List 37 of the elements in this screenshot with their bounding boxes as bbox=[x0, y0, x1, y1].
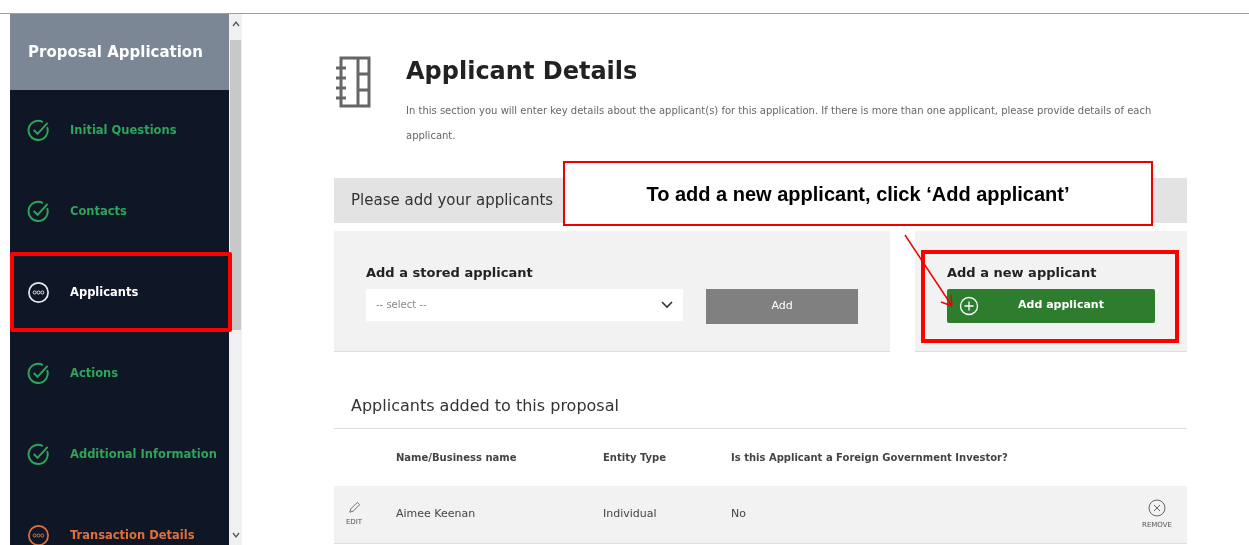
table-cell-text: Individual bbox=[603, 506, 658, 523]
check-circle-icon bbox=[27, 443, 50, 466]
check-circle-icon bbox=[27, 362, 50, 385]
add-applicant-button[interactable]: Add applicant bbox=[947, 288, 1155, 323]
page-title: Applicant Details bbox=[406, 56, 639, 86]
add-button[interactable]: Add bbox=[706, 288, 858, 324]
scrollbar-thumb[interactable] bbox=[230, 39, 241, 330]
chevron-down-icon bbox=[661, 300, 674, 309]
plus-circle-icon bbox=[959, 295, 979, 316]
sidebar-item[interactable]: Initial Questions bbox=[10, 90, 229, 171]
scroll-up-icon[interactable] bbox=[230, 19, 241, 29]
sidebar-item[interactable]: Transaction Details bbox=[10, 495, 229, 545]
column-header: Name/Business name bbox=[396, 451, 518, 465]
check-circle-icon bbox=[27, 119, 50, 142]
callout-text: To add a new applicant, click ‘Add applicant’ bbox=[646, 181, 1070, 207]
sidebar-item[interactable]: Contacts bbox=[10, 171, 229, 252]
page-description: In this section you will enter key details about the applicant(s) for this application. If there is more than one applicant, please provide details of each applicant. bbox=[406, 104, 1153, 143]
scroll-down-icon[interactable] bbox=[230, 530, 241, 540]
column-header: Entity Type bbox=[603, 451, 668, 465]
section-heading: Please add your applicants bbox=[351, 190, 554, 212]
column-header: Is this Applicant a Foreign Government Investor? bbox=[731, 451, 1009, 465]
sidebar-item[interactable]: Additional Information bbox=[10, 414, 229, 495]
sidebar-item[interactable]: Applicants bbox=[10, 252, 229, 333]
sidebar-item[interactable]: Actions bbox=[10, 333, 229, 414]
sidebar-title: Proposal Application bbox=[28, 41, 203, 63]
scrollbar[interactable] bbox=[229, 14, 242, 545]
check-circle-icon bbox=[27, 200, 50, 223]
pencil-icon bbox=[347, 501, 361, 515]
field-label: Add a stored applicant bbox=[366, 264, 534, 282]
dots-circle-icon bbox=[27, 281, 50, 304]
table-cell-text: Aimee Keenan bbox=[396, 506, 477, 523]
applicant-dropdown[interactable]: -- select -- bbox=[366, 288, 684, 321]
notebook-icon bbox=[334, 56, 372, 108]
table-cell-text: No bbox=[731, 506, 747, 523]
field-label: Add a new applicant bbox=[947, 264, 1098, 282]
section-heading: Applicants added to this proposal bbox=[334, 394, 1187, 429]
close-icon bbox=[1148, 498, 1166, 517]
